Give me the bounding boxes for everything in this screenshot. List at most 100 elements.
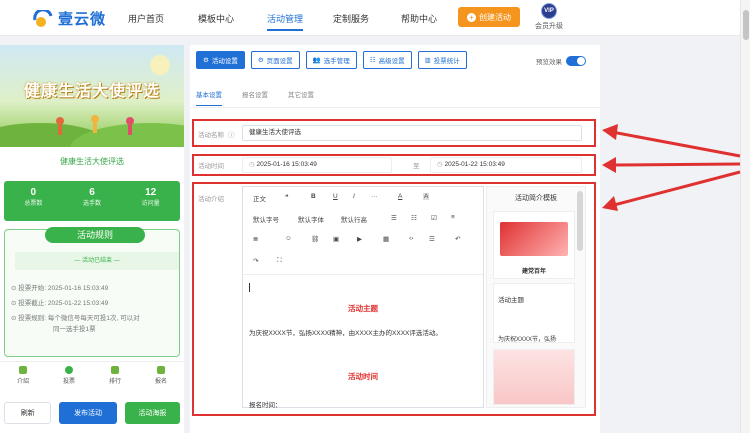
undo-icon[interactable]: ↶ bbox=[455, 235, 460, 243]
sliders-icon: ☷ bbox=[369, 57, 376, 64]
bullet-list-icon[interactable]: ☰ bbox=[391, 214, 397, 222]
tab-label: 排行 bbox=[108, 379, 121, 385]
code-icon[interactable]: ‹› bbox=[409, 235, 413, 242]
logo[interactable]: 壹云微 bbox=[32, 7, 107, 29]
tab-label: 介绍 bbox=[16, 379, 29, 385]
contestant-management-button[interactable]: 👥 选手管理 bbox=[305, 51, 357, 69]
settings-toolbar: ⚙ 活动设置 ⚙ 页面设置 👥 选手管理 ☷ 高级设置 ▥ 投票统计 bbox=[196, 51, 467, 69]
more-icon[interactable]: ··· bbox=[371, 193, 378, 200]
template-thumbnail bbox=[500, 222, 568, 256]
nav-activity-management[interactable]: 活动管理 bbox=[267, 12, 304, 31]
stat-contestants: 6 选手数 bbox=[63, 181, 122, 221]
divider-icon[interactable]: ☲ bbox=[429, 235, 435, 243]
rule-policy: ⊙ 投票规则: 每个微信号每天可投1次, 可以对 bbox=[11, 315, 140, 322]
nav-home[interactable]: 用户首页 bbox=[128, 12, 164, 25]
fullscreen-icon[interactable]: ⛶ bbox=[277, 257, 282, 265]
bold-icon[interactable]: B bbox=[311, 193, 316, 200]
template-panel-title: 活动简介模板 bbox=[515, 195, 557, 202]
gear-icon: ⚙ bbox=[203, 57, 209, 64]
help-icon: ⓘ bbox=[228, 132, 235, 139]
end-time-value: 2025-01-22 15:03:49 bbox=[444, 161, 505, 168]
numbered-list-icon[interactable]: ☷ bbox=[411, 214, 417, 222]
tab-other-settings[interactable]: 其它设置 bbox=[288, 89, 314, 99]
rule-policy-cont: 同一选手投1票 bbox=[53, 326, 96, 333]
preview-actions: 刷新 发布活动 活动海报 bbox=[0, 396, 184, 433]
tab-basic-settings[interactable]: 基本设置 bbox=[196, 89, 222, 106]
tab-vote[interactable]: 投票 bbox=[46, 362, 92, 387]
preview-toggle[interactable] bbox=[566, 56, 586, 66]
home-icon bbox=[19, 366, 27, 374]
image-icon[interactable]: ▣ bbox=[333, 235, 339, 243]
settings-subtabs: 基本设置 报名设置 其它设置 bbox=[196, 89, 314, 106]
start-time-input[interactable]: ◷ 2025-01-16 15:03:49 bbox=[242, 157, 392, 173]
divider bbox=[190, 107, 600, 108]
link-icon[interactable]: ⛓ bbox=[311, 235, 319, 243]
intro-label: 活动介绍 bbox=[198, 196, 224, 203]
logo-icon bbox=[32, 7, 54, 28]
page-settings-button[interactable]: ⚙ 页面设置 bbox=[250, 51, 300, 69]
activity-name-input[interactable]: 健康生活大使评选 bbox=[242, 125, 582, 141]
font-size-select[interactable]: 默认字号 bbox=[253, 214, 279, 224]
italic-icon[interactable]: I bbox=[353, 193, 355, 200]
content-heading-theme: 活动主题 bbox=[348, 304, 378, 313]
create-activity-button[interactable]: + 创建活动 bbox=[458, 7, 520, 27]
stat-value: 6 bbox=[89, 187, 95, 198]
tab-signup[interactable]: 报名 bbox=[138, 362, 184, 387]
underline-icon[interactable]: U bbox=[333, 193, 338, 200]
nav-templates[interactable]: 模板中心 bbox=[198, 12, 234, 25]
stat-label: 选手数 bbox=[83, 201, 102, 207]
refresh-button[interactable]: 刷新 bbox=[4, 402, 52, 424]
vip-upgrade[interactable]: VIP 会员升级 bbox=[532, 3, 566, 31]
button-label: 活动设置 bbox=[211, 58, 238, 65]
tab-label: 报名 bbox=[154, 379, 167, 385]
rules-status: — 活动已结束 — bbox=[15, 252, 179, 270]
content-heading-time: 活动时间 bbox=[348, 372, 378, 381]
todo-icon[interactable]: ☑ bbox=[431, 214, 437, 222]
font-color-icon[interactable]: A bbox=[398, 193, 402, 200]
rule-start: ⊙ 投票开始: 2025-01-16 15:03:49 bbox=[11, 285, 109, 292]
settings-panel: ⚙ 活动设置 ⚙ 页面设置 👥 选手管理 ☷ 高级设置 ▥ 投票统计 预览效果 基本设置 … bbox=[190, 45, 600, 433]
indent-icon[interactable]: ≣ bbox=[253, 235, 258, 243]
vip-label: 会员升级 bbox=[535, 23, 563, 30]
scrollbar-thumb[interactable] bbox=[743, 10, 749, 40]
emoji-icon[interactable]: ☺ bbox=[285, 235, 292, 242]
tab-signup-settings[interactable]: 报名设置 bbox=[242, 89, 268, 99]
range-separator: 至 bbox=[413, 163, 420, 170]
table-icon[interactable]: ▦ bbox=[383, 235, 389, 243]
template-card-party[interactable]: 建党百年 bbox=[493, 211, 575, 279]
preview-label: 预览效果 bbox=[536, 59, 562, 66]
poster-button[interactable]: 活动海报 bbox=[124, 402, 180, 424]
vote-stats-button[interactable]: ▥ 投票统计 bbox=[417, 51, 467, 69]
rule-text: 投票规则: 每个微信号每天可投1次, 可以对 bbox=[18, 315, 140, 322]
align-icon[interactable]: ≡ bbox=[451, 214, 455, 221]
vote-icon bbox=[65, 366, 73, 374]
time-label: 活动时间 bbox=[198, 163, 224, 170]
nav-help[interactable]: 帮助中心 bbox=[401, 12, 437, 25]
background-color-icon[interactable]: A bbox=[423, 193, 430, 200]
end-time-input[interactable]: ◷ 2025-01-22 15:03:49 bbox=[430, 157, 582, 173]
editor-toolbar: 正文 ❝ B U I ··· A A 默认字号 默认字体 默认行高 ☰ ☷ ☑ … bbox=[243, 187, 483, 275]
button-label: 选手管理 bbox=[323, 58, 350, 65]
template-card-theme[interactable]: 活动主题 为庆祝XXXX节，弘扬 bbox=[493, 283, 575, 343]
stat-total-votes: 0 总票数 bbox=[4, 181, 63, 221]
template-card-pink[interactable] bbox=[493, 349, 575, 405]
tab-rank[interactable]: 排行 bbox=[92, 362, 138, 387]
redo-icon[interactable]: ↷ bbox=[253, 257, 258, 265]
line-height-select[interactable]: 默认行高 bbox=[341, 214, 367, 224]
template-scrollbar[interactable] bbox=[577, 191, 583, 251]
activity-settings-button[interactable]: ⚙ 活动设置 bbox=[196, 51, 245, 69]
publish-button[interactable]: 发布活动 bbox=[59, 402, 117, 424]
nav-custom-service[interactable]: 定制服务 bbox=[333, 12, 369, 25]
preview-toggle-group: 预览效果 bbox=[536, 56, 586, 66]
video-icon[interactable]: ▶ bbox=[357, 235, 362, 243]
tab-intro[interactable]: 介绍 bbox=[0, 362, 46, 387]
brand-name: 壹云微 bbox=[58, 11, 107, 28]
quote-icon[interactable]: ❝ bbox=[285, 193, 289, 201]
advanced-settings-button[interactable]: ☷ 高级设置 bbox=[362, 51, 412, 69]
font-family-select[interactable]: 默认字体 bbox=[298, 214, 324, 224]
tab-label: 投票 bbox=[62, 379, 75, 385]
stat-label: 访问量 bbox=[141, 201, 160, 207]
users-icon: 👥 bbox=[312, 57, 321, 64]
format-select[interactable]: 正文 bbox=[253, 193, 266, 203]
button-label: 投票统计 bbox=[433, 58, 460, 65]
